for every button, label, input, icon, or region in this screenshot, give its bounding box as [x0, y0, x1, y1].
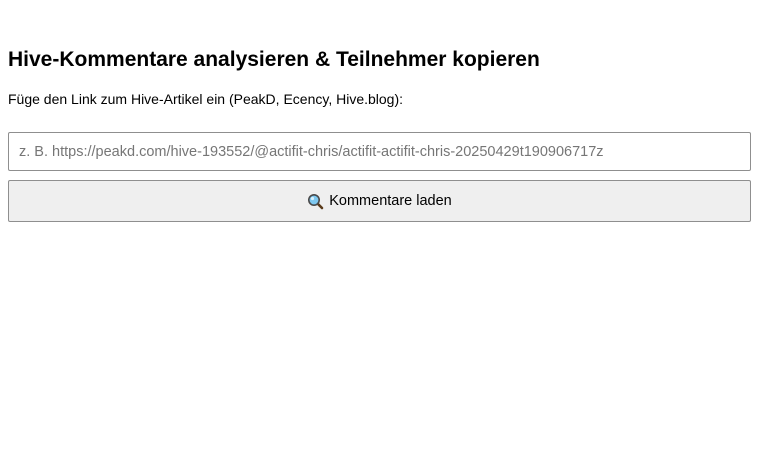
page-title: Hive-Kommentare analysieren & Teilnehmer…	[8, 48, 540, 71]
load-button-label: Kommentare laden	[329, 193, 452, 209]
url-input[interactable]	[8, 132, 751, 171]
instruction-text: Füge den Link zum Hive-Artikel ein (Peak…	[8, 91, 404, 107]
magnifier-icon	[307, 193, 324, 210]
load-comments-button[interactable]: Kommentare laden	[8, 180, 751, 222]
